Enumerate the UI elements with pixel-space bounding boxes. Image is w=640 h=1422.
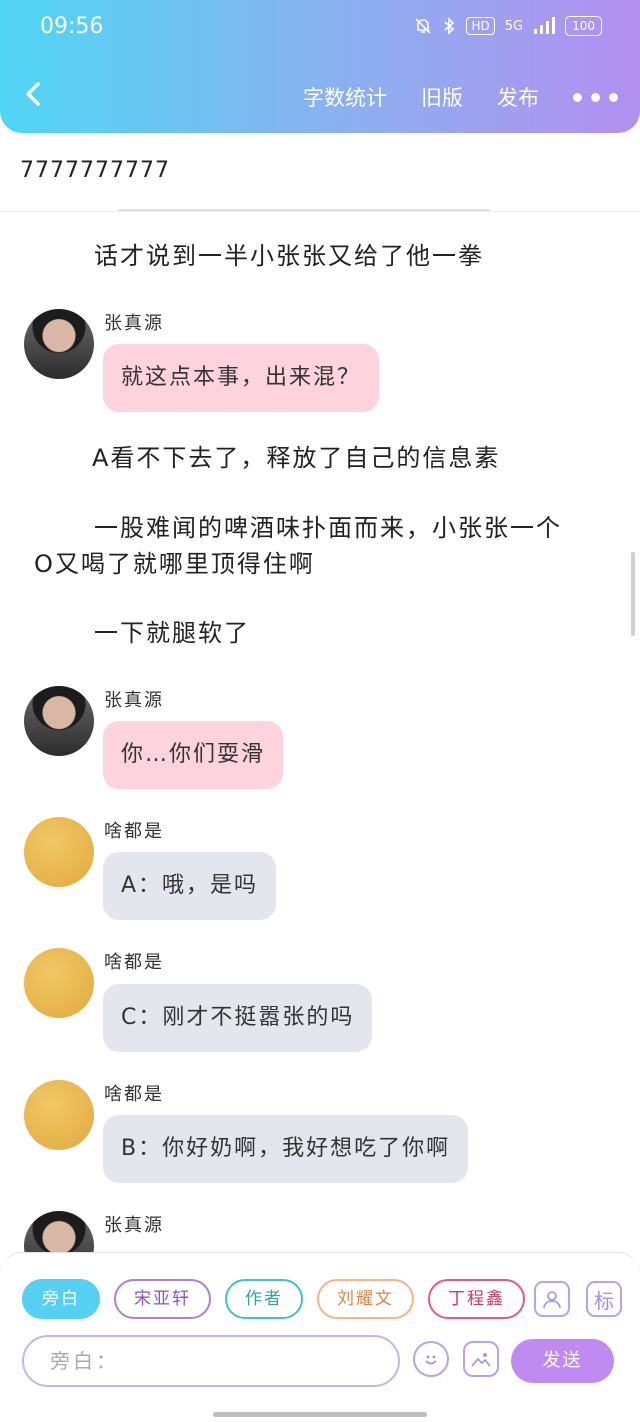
sender-name: 啥都是 [104, 1084, 164, 1105]
image-icon[interactable] [463, 1341, 499, 1377]
avatar[interactable] [24, 686, 94, 756]
narration-text[interactable]: 话才说到一半小张张又给了他一拳 [94, 238, 484, 274]
role-selector: 旁白 宋亚轩 作者 刘耀文 丁程鑫 [22, 1279, 525, 1319]
role-chip[interactable]: 宋亚轩 [114, 1279, 211, 1319]
tag-button[interactable]: 标 [586, 1281, 622, 1317]
battery-icon: 100 [565, 16, 602, 36]
emoji-icon[interactable] [413, 1341, 449, 1377]
send-button[interactable]: 发送 [511, 1339, 614, 1383]
role-chip[interactable]: 作者 [225, 1279, 303, 1319]
role-chip-narration[interactable]: 旁白 [22, 1279, 100, 1319]
sender-name: 啥都是 [104, 821, 164, 842]
avatar[interactable] [24, 817, 94, 887]
chat-bubble[interactable]: 你…你们耍滑 [103, 721, 284, 789]
narration-text[interactable]: A看不下去了，释放了自己的信息素 [92, 440, 500, 476]
app-header: 09:56 HD 5G 100 字数统计 旧版 发布 [0, 0, 640, 133]
publish-button[interactable]: 发布 [497, 82, 539, 112]
mute-bell-icon [415, 18, 432, 34]
narration-text[interactable]: O又喝了就哪里顶得住啊 [34, 546, 315, 582]
character-manage-icon[interactable] [534, 1281, 570, 1317]
back-icon[interactable] [22, 80, 46, 108]
role-chip[interactable]: 丁程鑫 [428, 1279, 525, 1319]
role-chip[interactable]: 刘耀文 [317, 1279, 414, 1319]
network-label: 5G [504, 18, 524, 34]
avatar[interactable] [24, 948, 94, 1018]
sender-name: 张真源 [104, 1215, 164, 1236]
sender-name: 啥都是 [104, 952, 164, 973]
signal-icon [534, 17, 556, 34]
avatar[interactable] [24, 1080, 94, 1150]
word-count-button[interactable]: 字数统计 [303, 82, 387, 112]
chat-bubble[interactable]: 就这点本事，出来混？ [103, 344, 380, 412]
sender-name: 张真源 [104, 690, 164, 711]
hd-icon: HD [466, 17, 495, 35]
compose-panel: 旁白 宋亚轩 作者 刘耀文 丁程鑫 标 旁白： 发送 [0, 1252, 640, 1392]
home-indicator [213, 1412, 427, 1417]
bluetooth-icon [444, 17, 455, 35]
chat-bubble[interactable]: A：哦，是吗 [103, 852, 277, 920]
status-time: 09:56 [40, 14, 104, 39]
story-title[interactable]: 7777777777 [20, 158, 170, 183]
status-icons: HD 5G 100 [414, 16, 602, 36]
sender-name: 张真源 [104, 313, 164, 334]
scrollbar[interactable] [631, 552, 635, 636]
avatar[interactable] [24, 309, 94, 379]
divider [0, 211, 640, 212]
narration-text[interactable]: 一股难闻的啤酒味扑面而来，小张张一个 [94, 510, 562, 546]
chat-bubble[interactable]: B：你好奶啊，我好想吃了你啊 [103, 1115, 469, 1183]
header-actions: 字数统计 旧版 发布 [269, 82, 618, 112]
chat-bubble[interactable]: C：刚才不挺嚣张的吗 [103, 984, 373, 1052]
message-input[interactable]: 旁白： [22, 1335, 400, 1387]
more-icon[interactable] [573, 92, 618, 102]
narration-text[interactable]: 一下就腿软了 [94, 615, 250, 651]
old-version-button[interactable]: 旧版 [421, 82, 463, 112]
